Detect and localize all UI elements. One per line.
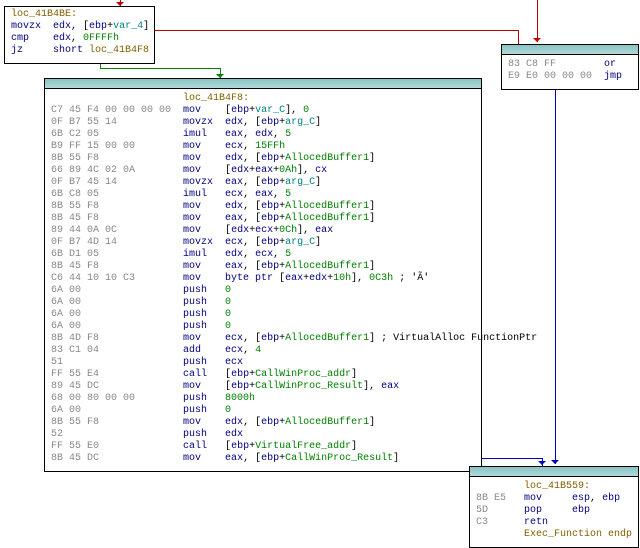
instruction-row[interactable]: 0F B7 45 14 movzx eax, [ebp+arg_C]: [51, 177, 475, 189]
label: loc_41B4F8:: [51, 93, 475, 105]
instruction-row[interactable]: 6A 00 push 0: [51, 297, 475, 309]
instruction-row[interactable]: FF 55 E0 call [ebp+VirtualFree_addr]: [51, 441, 475, 453]
instruction-row[interactable]: 6A 00 push 0: [51, 309, 475, 321]
instruction-row[interactable]: 8B 4D F8 mov ecx, [ebp+AllocedBuffer1] ;…: [51, 333, 475, 345]
instruction-row[interactable]: cmp edx, 0FFFFh: [11, 33, 148, 45]
instruction-row[interactable]: 8B 55 F8 mov edx, [ebp+AllocedBuffer1]: [51, 201, 475, 213]
label: loc_41B4BE:: [11, 9, 148, 21]
node-loc-41B559[interactable]: loc_41B559:8B E5 mov esp, ebp5D pop ebpC…: [469, 466, 639, 548]
instruction-row[interactable]: 66 89 4C 02 0A mov [edx+eax+0Ah], cx: [51, 165, 475, 177]
instruction-row[interactable]: 0F B7 4D 14 movzx ecx, [ebp+arg_C]: [51, 237, 475, 249]
label: loc_41B559:: [476, 481, 632, 493]
instruction-row[interactable]: 8B 45 F8 mov eax, [ebp+AllocedBuffer1]: [51, 261, 475, 273]
node-titlebar: [502, 45, 638, 55]
instruction-row[interactable]: 6B C8 05 imul ecx, eax, 5: [51, 189, 475, 201]
instruction-row[interactable]: 68 00 80 00 00 push 8000h: [51, 393, 475, 405]
endp: Exec_Function endp: [476, 529, 632, 541]
instruction-row[interactable]: 89 45 DC mov [ebp+CallWinProc_Result], e…: [51, 381, 475, 393]
instruction-row[interactable]: 6B D1 05 imul edx, ecx, 5: [51, 249, 475, 261]
node-loc-41B4BE[interactable]: loc_41B4BE:movzx edx, [ebp+var_4]cmp edx…: [4, 6, 155, 64]
instruction-row[interactable]: C7 45 F4 00 00 00 00 mov [ebp+var_C], 0: [51, 105, 475, 117]
instruction-row[interactable]: FF 55 E4 call [ebp+CallWinProc_addr]: [51, 369, 475, 381]
instruction-row[interactable]: 8B 45 F8 mov eax, [ebp+AllocedBuffer1]: [51, 213, 475, 225]
node-loc-41B4F8[interactable]: loc_41B4F8:C7 45 F4 00 00 00 00 mov [ebp…: [44, 78, 482, 472]
instruction-row[interactable]: B9 FF 15 00 00 mov ecx, 15FFh: [51, 141, 475, 153]
node-titlebar: [470, 467, 638, 477]
instruction-row[interactable]: 8B E5 mov esp, ebp: [476, 493, 632, 505]
instruction-row[interactable]: 89 44 0A 0C mov [edx+ecx+0Ch], eax: [51, 225, 475, 237]
instruction-row[interactable]: 6A 00 push 0: [51, 285, 475, 297]
instruction-row[interactable]: 83 C8 FF or: [508, 59, 632, 71]
instruction-row[interactable]: 51 push ecx: [51, 357, 475, 369]
node-or-jmp[interactable]: 83 C8 FF orE9 E0 00 00 00 jmp: [501, 44, 639, 90]
instruction-row[interactable]: 6A 00 push 0: [51, 321, 475, 333]
instruction-row[interactable]: movzx edx, [ebp+var_4]: [11, 21, 148, 33]
instruction-row[interactable]: 8B 55 F8 mov edx, [ebp+AllocedBuffer1]: [51, 153, 475, 165]
node-titlebar: [45, 79, 481, 89]
instruction-row[interactable]: C3 retn: [476, 517, 632, 529]
instruction-row[interactable]: 52 push edx: [51, 429, 475, 441]
instruction-row[interactable]: 0F B7 55 14 movzx edx, [ebp+arg_C]: [51, 117, 475, 129]
instruction-row[interactable]: 8B 55 F8 mov edx, [ebp+AllocedBuffer1]: [51, 417, 475, 429]
instruction-row[interactable]: 6A 00 push 0: [51, 405, 475, 417]
instruction-row[interactable]: E9 E0 00 00 00 jmp: [508, 71, 632, 83]
instruction-row[interactable]: jz short loc_41B4F8: [11, 45, 148, 57]
instruction-row[interactable]: 83 C1 04 add ecx, 4: [51, 345, 475, 357]
instruction-row[interactable]: C6 44 10 10 C3 mov byte ptr [eax+edx+10h…: [51, 273, 475, 285]
instruction-row[interactable]: 5D pop ebp: [476, 505, 632, 517]
instruction-row[interactable]: 6B C2 05 imul eax, edx, 5: [51, 129, 475, 141]
instruction-row[interactable]: 8B 45 DC mov eax, [ebp+CallWinProc_Resul…: [51, 453, 475, 465]
